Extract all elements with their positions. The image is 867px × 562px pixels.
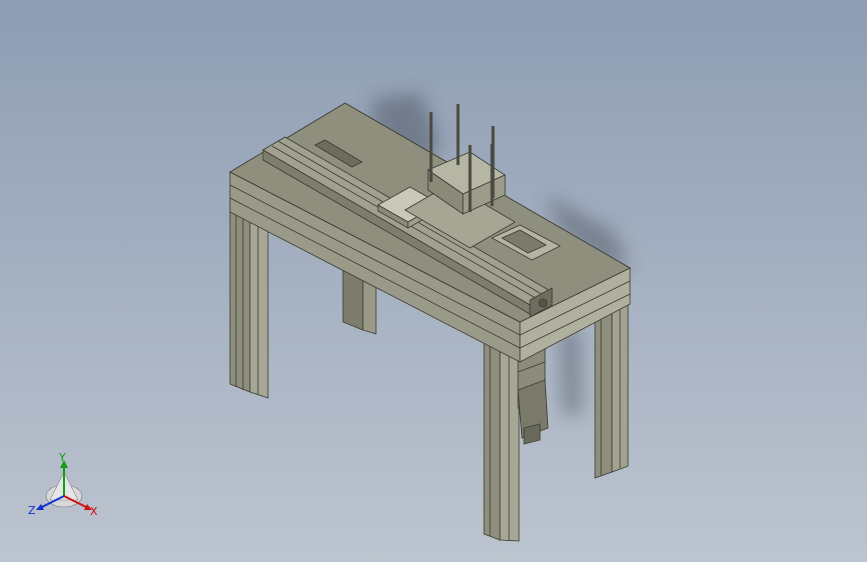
graphics-viewport[interactable]: X Y Z xyxy=(0,0,867,562)
view-orientation-triad[interactable]: X Y Z xyxy=(22,448,106,524)
cad-assembly-model[interactable] xyxy=(0,0,867,562)
z-axis-label: Z xyxy=(28,504,36,517)
front-right-leg xyxy=(483,338,520,542)
y-axis-label: Y xyxy=(59,451,66,464)
x-axis-label: X xyxy=(90,505,98,518)
